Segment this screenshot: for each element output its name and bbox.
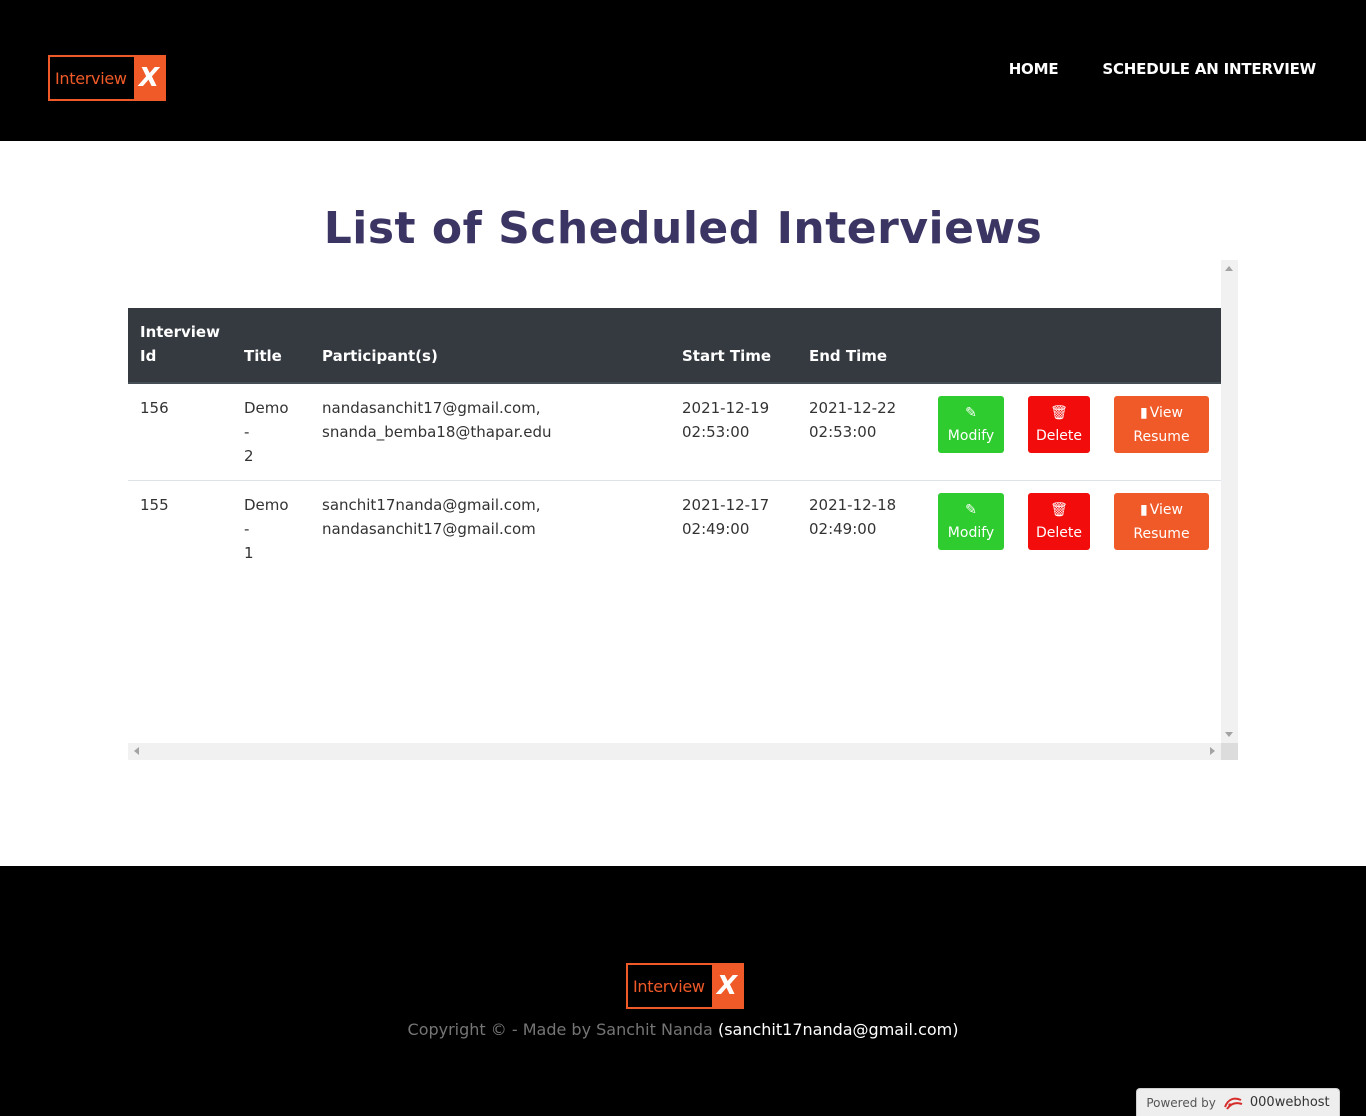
file-icon: ▮: [1140, 404, 1148, 421]
header-participants: Participant(s): [310, 308, 670, 384]
main-nav: HOME SCHEDULE AN INTERVIEW: [1009, 60, 1316, 78]
view-resume-button[interactable]: ▮ View Resume: [1114, 396, 1209, 453]
header-start-time: Start Time: [670, 308, 797, 384]
cell-actions: ✎ Modify 🗑 Delete ▮ View Resume: [924, 481, 1221, 578]
start-date: 2021-12-17: [682, 496, 770, 514]
nav-home-link[interactable]: HOME: [1009, 60, 1059, 78]
participant-email: sanchit17nanda@gmail.com,: [322, 496, 541, 514]
trash-icon: 🗑: [1050, 501, 1068, 518]
scroll-right-arrow-icon[interactable]: [1210, 747, 1215, 755]
file-icon: ▮: [1140, 501, 1148, 518]
table-header-row: Interview Id Title Participant(s) Start T…: [128, 308, 1221, 384]
end-date: 2021-12-22: [809, 399, 897, 417]
powered-by-host: 000webhost: [1249, 1095, 1330, 1110]
site-footer: Interview X Copyright © - Made by Sanchi…: [0, 866, 1366, 1116]
header-end-time: End Time: [797, 308, 924, 384]
logo-text: Interview: [55, 68, 127, 88]
scrollbar-corner: [1221, 743, 1238, 760]
pencil-icon: ✎: [965, 404, 977, 421]
cell-interview-id: 156: [128, 383, 232, 481]
delete-label: Delete: [1036, 524, 1082, 541]
pencil-icon: ✎: [965, 501, 977, 518]
view-label: View: [1149, 501, 1183, 518]
scroll-left-arrow-icon[interactable]: [134, 747, 139, 755]
start-date: 2021-12-19: [682, 399, 770, 417]
delete-button[interactable]: 🗑 Delete: [1028, 396, 1090, 453]
header-title: Title: [232, 308, 310, 384]
powered-by-label: Powered by: [1146, 1095, 1216, 1110]
page-title: List of Scheduled Interviews: [323, 203, 1043, 254]
resume-label: Resume: [1133, 525, 1190, 542]
modify-button[interactable]: ✎ Modify: [938, 396, 1004, 453]
trash-icon: 🗑: [1050, 404, 1068, 421]
resume-label: Resume: [1133, 428, 1190, 445]
cell-participants: nandasanchit17@gmail.com, snanda_bemba18…: [310, 383, 670, 481]
header-interview-id: Interview Id: [128, 308, 232, 384]
footer-logo[interactable]: Interview X: [626, 963, 744, 1009]
nav-schedule-interview-link[interactable]: SCHEDULE AN INTERVIEW: [1102, 60, 1316, 78]
participant-email: snanda_bemba18@thapar.edu: [322, 423, 552, 441]
view-label: View: [1149, 404, 1183, 421]
logo-mark: X: [134, 57, 164, 99]
delete-button[interactable]: 🗑 Delete: [1028, 493, 1090, 550]
cell-start-time: 2021-12-19 02:53:00: [670, 383, 797, 481]
cell-participants: sanchit17nanda@gmail.com, nandasanchit17…: [310, 481, 670, 578]
end-date: 2021-12-18: [809, 496, 897, 514]
cell-title: Demo -1: [244, 496, 289, 562]
delete-label: Delete: [1036, 427, 1082, 444]
participant-email: nandasanchit17@gmail.com,: [322, 399, 541, 417]
cell-end-time: 2021-12-22 02:53:00: [797, 383, 924, 481]
interviews-table: Interview Id Title Participant(s) Start T…: [128, 308, 1221, 577]
webhost-logo-icon: [1223, 1097, 1243, 1110]
copyright-text: Copyright © - Made by Sanchit Nanda (san…: [0, 1020, 1366, 1039]
logo-text: Interview: [633, 976, 705, 996]
site-header: Interview X HOME SCHEDULE AN INTERVIEW: [0, 0, 1366, 141]
cell-actions: ✎ Modify 🗑 Delete ▮ View Resume: [924, 383, 1221, 481]
scroll-down-arrow-icon[interactable]: [1225, 732, 1233, 737]
vertical-scrollbar[interactable]: [1221, 260, 1238, 743]
header-actions: [924, 308, 1221, 384]
site-logo[interactable]: Interview X: [48, 55, 166, 101]
start-clock: 02:49:00: [682, 520, 750, 538]
cell-end-time: 2021-12-18 02:49:00: [797, 481, 924, 578]
scroll-up-arrow-icon[interactable]: [1225, 266, 1233, 271]
end-clock: 02:49:00: [809, 520, 877, 538]
author-email-link[interactable]: (sanchit17nanda@gmail.com): [718, 1020, 959, 1039]
interviews-table-container: Interview Id Title Participant(s) Start T…: [128, 260, 1238, 760]
table-row: 156 Demo -2 nandasanchit17@gmail.com, sn…: [128, 383, 1221, 481]
cell-interview-id: 155: [140, 496, 169, 514]
modify-label: Modify: [947, 524, 995, 541]
participant-email: nandasanchit17@gmail.com: [322, 520, 536, 538]
start-clock: 02:53:00: [682, 423, 750, 441]
logo-mark: X: [712, 965, 742, 1007]
view-resume-button[interactable]: ▮ View Resume: [1114, 493, 1209, 550]
modify-button[interactable]: ✎ Modify: [938, 493, 1004, 550]
cell-title: Demo -2: [232, 383, 310, 481]
table-row: 155 Demo -1 sanchit17nanda@gmail.com, na…: [128, 481, 1221, 578]
horizontal-scrollbar[interactable]: [128, 743, 1221, 760]
copyright-label: Copyright © - Made by Sanchit Nanda: [407, 1020, 713, 1039]
end-clock: 02:53:00: [809, 423, 877, 441]
modify-label: Modify: [947, 427, 995, 444]
cell-start-time: 2021-12-17 02:49:00: [670, 481, 797, 578]
powered-by-badge[interactable]: Powered by 000webhost: [1136, 1088, 1340, 1116]
